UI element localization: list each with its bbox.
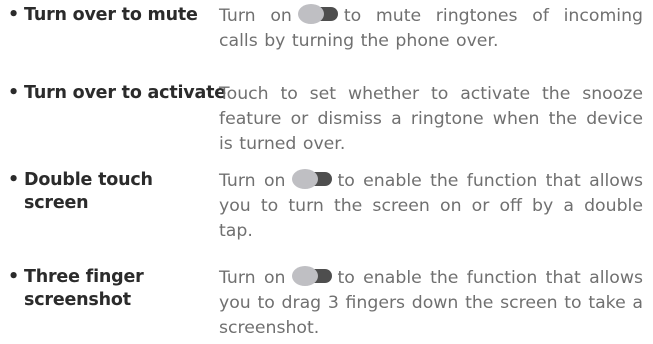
bullet-icon: • <box>8 267 19 287</box>
item-term-text: Three finger screenshot <box>24 267 144 310</box>
toggle-switch-icon <box>297 4 338 24</box>
item-term-text: Turn over to mute <box>24 5 198 25</box>
toggle-switch-icon <box>291 266 332 286</box>
description-text-start: Turn on <box>219 6 292 26</box>
bullet-icon: • <box>8 5 19 25</box>
item-term: • Turn over to mute <box>8 4 223 27</box>
toggle-knob <box>297 4 324 24</box>
item-term: • Double touch screen <box>8 169 223 215</box>
description-text-start: Turn on <box>219 171 286 191</box>
item-term: • Three finger screenshot <box>8 266 223 312</box>
item-term-text: Turn over to activate <box>24 83 226 103</box>
item-term-text: Double touch screen <box>24 170 153 213</box>
toggle-knob <box>291 169 318 189</box>
item-description: Turn on to mute ringtones of incoming cal… <box>219 4 643 54</box>
toggle-knob <box>291 266 318 286</box>
bullet-icon: • <box>8 83 19 103</box>
item-description: Touch to set whether to activate the sno… <box>219 84 643 154</box>
description-text-start: Turn on <box>219 268 286 288</box>
bullet-icon: • <box>8 170 19 190</box>
item-term: • Turn over to activate <box>8 82 226 105</box>
item-description: Turn on to enable the function that allow… <box>219 266 643 341</box>
toggle-switch-icon <box>291 169 332 189</box>
item-description: Turn on to enable the function that allow… <box>219 169 643 244</box>
